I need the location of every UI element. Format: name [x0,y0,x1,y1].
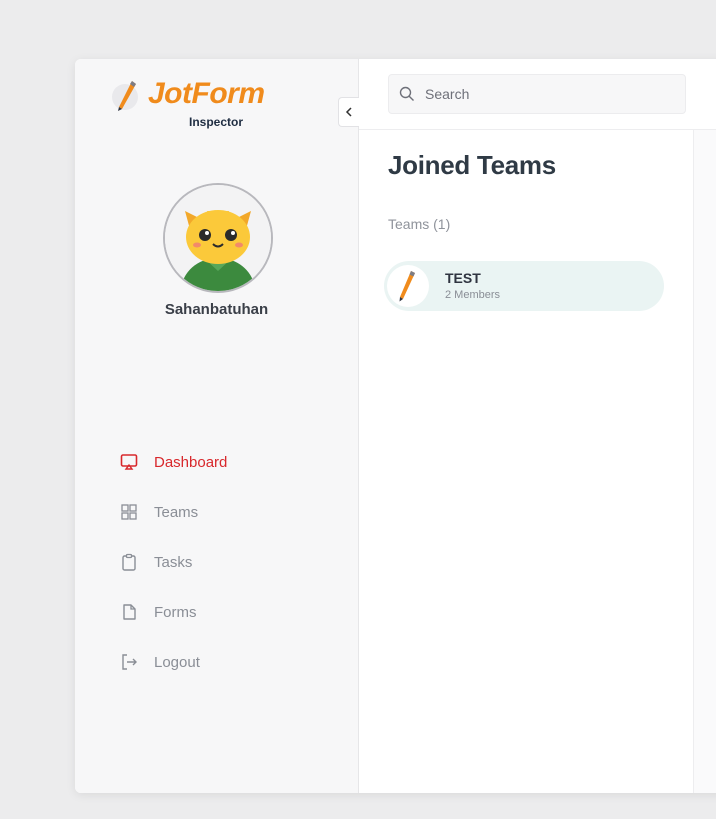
search-icon [399,86,414,101]
grid-icon [119,502,139,522]
sidebar-item-tasks[interactable]: Tasks [119,537,319,587]
chevron-left-icon [345,107,352,117]
team-avatar [387,265,429,307]
pencil-logo-icon [112,81,138,111]
team-name: TEST [445,270,481,286]
username: Sahanbatuhan [164,301,269,318]
team-member-count: 2 Members [445,289,501,301]
sidebar: JotForm Inspector Sahanbatuhan Dashboard… [75,59,359,793]
brand-subtitle: Inspector [189,115,244,129]
sidebar-item-dashboard[interactable]: Dashboard [119,437,319,487]
file-icon [119,602,139,622]
sidebar-item-teams[interactable]: Teams [119,487,319,537]
collapse-sidebar-button[interactable] [338,97,359,127]
app-window: JotForm Inspector Sahanbatuhan Dashboard… [75,59,716,793]
main-content: Joined Teams Teams (1) TEST 2 Members [359,130,694,793]
brand-name: JotForm [148,77,265,110]
jotform-logo[interactable]: JotForm Inspector [110,77,270,131]
sidebar-item-label: Tasks [154,553,193,571]
pencil-logo-icon [399,271,415,302]
teams-count-label: Teams (1) [388,216,451,232]
logout-icon [119,652,139,672]
team-card[interactable]: TEST 2 Members [384,261,664,311]
cat-avatar-icon [165,185,271,291]
monitor-icon [119,452,139,472]
avatar[interactable] [163,183,273,293]
top-bar [359,59,716,130]
sidebar-item-label: Logout [154,653,200,671]
sidebar-item-label: Teams [154,503,199,521]
detail-pane [694,130,716,793]
sidebar-item-label: Dashboard [154,453,228,471]
clipboard-icon [119,552,139,572]
sidebar-nav: Dashboard Teams Tasks Forms Logout [119,437,319,687]
page-title: Joined Teams [388,150,556,180]
sidebar-item-logout[interactable]: Logout [119,637,319,687]
sidebar-item-label: Forms [154,603,197,621]
search-input[interactable] [423,85,667,103]
sidebar-item-forms[interactable]: Forms [119,587,319,637]
search-box[interactable] [388,74,686,114]
